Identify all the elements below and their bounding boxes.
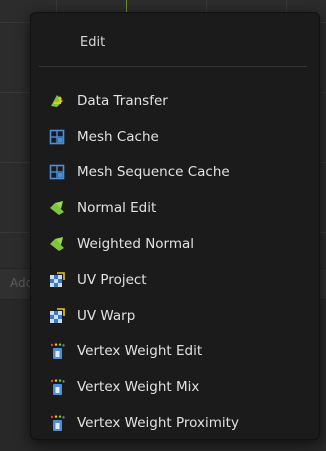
menu-item-uv-project[interactable]: UV Project — [31, 262, 319, 298]
edit-modifier-menu: Edit Data Transfer Mesh Cache Mesh Seque… — [30, 12, 320, 440]
menu-item-label: UV Warp — [77, 307, 136, 324]
vertex-weight-mix-icon — [49, 379, 65, 396]
menu-item-weighted-normal[interactable]: Weighted Normal — [31, 226, 319, 262]
data-transfer-icon — [49, 93, 65, 109]
menu-item-label: Data Transfer — [77, 92, 168, 109]
menu-item-mesh-sequence-cache[interactable]: Mesh Sequence Cache — [31, 155, 319, 191]
menu-item-label: Normal Edit — [77, 200, 157, 217]
menu-item-list: Data Transfer Mesh Cache Mesh Sequence C… — [31, 83, 319, 441]
menu-item-uv-warp[interactable]: UV Warp — [31, 298, 319, 334]
menu-item-label: Vertex Weight Edit — [77, 343, 203, 360]
menu-item-label: Vertex Weight Proximity — [77, 415, 239, 432]
menu-item-normal-edit[interactable]: Normal Edit — [31, 190, 319, 226]
menu-item-label: UV Project — [77, 271, 147, 288]
uv-project-icon — [49, 272, 65, 288]
menu-item-vertex-weight-mix[interactable]: Vertex Weight Mix — [31, 369, 319, 405]
normal-edit-icon — [49, 200, 65, 216]
menu-item-label: Mesh Sequence Cache — [77, 164, 230, 181]
menu-title: Edit — [80, 35, 106, 50]
menu-item-vertex-weight-edit[interactable]: Vertex Weight Edit — [31, 334, 319, 370]
menu-item-label: Mesh Cache — [77, 128, 159, 145]
weighted-normal-icon — [49, 236, 65, 252]
menu-item-data-transfer[interactable]: Data Transfer — [31, 83, 319, 119]
vertex-weight-edit-icon — [49, 343, 65, 360]
menu-item-mesh-cache[interactable]: Mesh Cache — [31, 119, 319, 155]
mesh-cache-icon — [49, 129, 65, 145]
menu-separator — [39, 66, 307, 67]
mesh-sequence-cache-icon — [49, 164, 65, 180]
menu-item-label: Vertex Weight Mix — [77, 379, 200, 396]
vertex-weight-proximity-icon — [49, 415, 65, 432]
menu-item-vertex-weight-proximity[interactable]: Vertex Weight Proximity — [31, 405, 319, 441]
uv-warp-icon — [49, 307, 65, 324]
menu-item-label: Weighted Normal — [77, 236, 195, 253]
